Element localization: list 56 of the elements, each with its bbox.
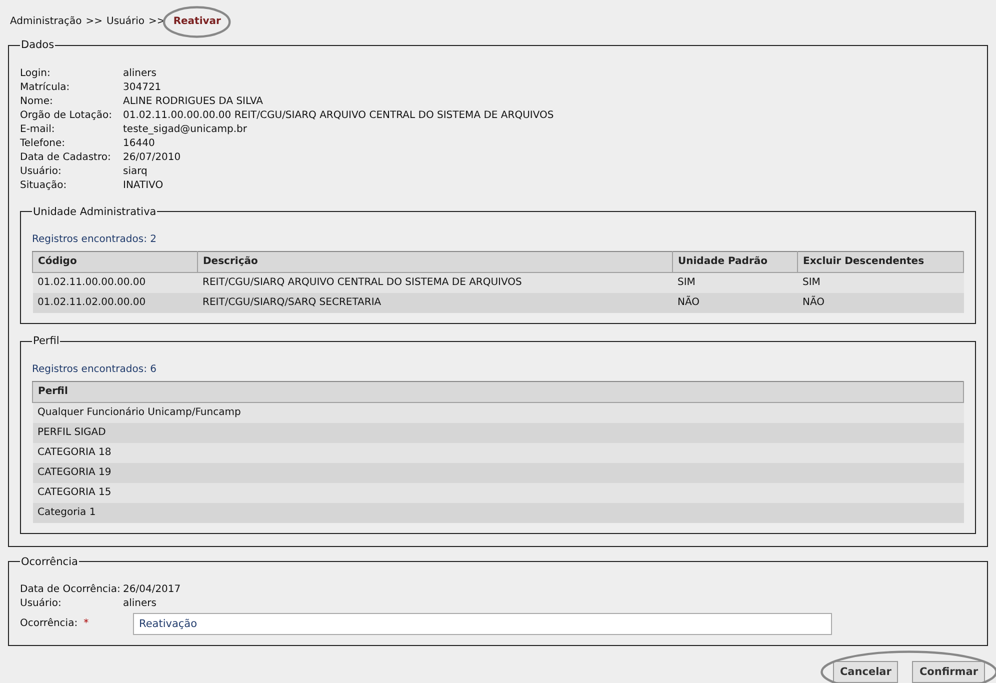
column-header: Código — [32, 252, 198, 272]
table-cell: PERFIL SIGAD — [32, 422, 964, 442]
field-value: 304721 — [123, 80, 162, 94]
field-label: Ocorrência: — [20, 618, 78, 629]
breadcrumb-link[interactable]: Administração — [10, 14, 82, 28]
field-label: Usuário: — [20, 164, 62, 178]
breadcrumb-separator: >> — [86, 14, 103, 28]
field-value: 01.02.11.00.00.00.00 REIT/CGU/SIARQ ARQUIVO CENTRAL DO SISTEMA DE ARQUIVOS — [123, 108, 554, 122]
field-label: Matrícula: — [20, 80, 71, 94]
field-label: Nome: — [20, 94, 54, 108]
field-value: teste_sigad@unicamp.br — [123, 122, 247, 136]
field-label: Data de Ocorrência: — [20, 583, 122, 597]
table-cell: CATEGORIA 18 — [32, 442, 964, 462]
table-cell: CATEGORIA 15 — [32, 482, 964, 502]
breadcrumb-current: Reativar — [169, 14, 225, 28]
action-button[interactable]: Confirmar — [912, 661, 985, 683]
table-cell: SIM — [798, 272, 964, 293]
table-cell: CATEGORIA 19 — [32, 462, 964, 482]
field-label: Telefone: — [20, 136, 66, 150]
occurrence-field[interactable]: Reativação — [133, 613, 832, 635]
action-button[interactable]: Cancelar — [832, 661, 898, 683]
column-header: Unidade Padrão — [672, 252, 798, 272]
table-cell: 01.02.11.02.00.00.00 — [32, 293, 198, 313]
table-cell: REIT/CGU/SIARQ ARQUIVO CENTRAL DO SISTEMA DE ARQUIVOS — [198, 272, 672, 293]
column-header: Descrição — [198, 252, 672, 272]
field-label: Login: — [20, 66, 52, 80]
field-value: 26/04/2017 — [123, 583, 181, 597]
table-cell: REIT/CGU/SIARQ/SARQ SECRETARIA — [198, 293, 672, 313]
required-mark: * — [84, 618, 89, 629]
field-value: aliners — [123, 597, 156, 611]
table-cell: Qualquer Funcionário Unicamp/Funcamp — [32, 402, 964, 422]
table-cell: NÃO — [798, 293, 964, 313]
table-cell: Categoria 1 — [32, 502, 964, 522]
field-label: Orgão de Lotação: — [20, 108, 113, 122]
field-label: Situação: — [20, 178, 68, 192]
field-value: 16440 — [123, 136, 155, 150]
legend-title: Ocorrência — [20, 556, 79, 567]
field-label: E-mail: — [20, 122, 56, 136]
table-cell: 01.02.11.00.00.00.00 — [32, 272, 198, 293]
table-cell: NÃO — [672, 293, 798, 313]
record-count: Registros encontrados: 6 — [32, 362, 158, 376]
field-label: Data de Cadastro: — [20, 150, 112, 164]
breadcrumb-link[interactable]: Usuário — [106, 14, 145, 28]
field-value: ALINE RODRIGUES DA SILVA — [123, 94, 264, 108]
field-label: Usuário: — [20, 597, 62, 611]
field-value: aliners — [123, 66, 156, 80]
record-count: Registros encontrados: 2 — [32, 233, 158, 247]
column-header: Excluir Descendentes — [798, 252, 964, 272]
field-value: INATIVO — [123, 178, 164, 192]
legend-title: Perfil — [32, 336, 60, 346]
column-header: Perfil — [32, 381, 964, 402]
table-cell: SIM — [672, 272, 798, 293]
legend-title: Dados — [20, 40, 56, 50]
field-value: 26/07/2010 — [123, 150, 181, 164]
legend-title: Unidade Administrativa — [32, 206, 158, 217]
field-value: siarq — [123, 164, 148, 178]
